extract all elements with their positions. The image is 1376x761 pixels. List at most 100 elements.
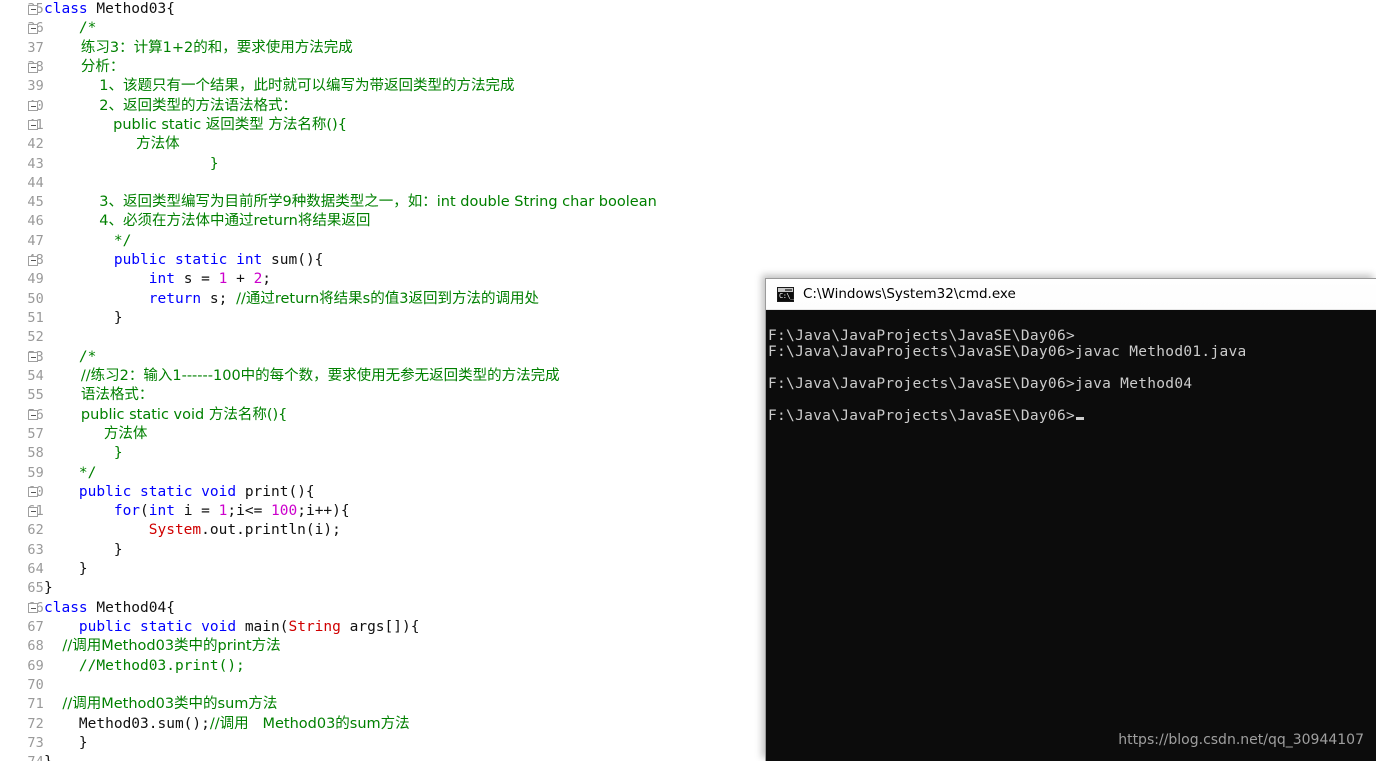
code-line-text: for(int i = 1;i<= 100;i++){ <box>113 503 350 520</box>
line-number: 52 <box>27 329 44 346</box>
code-line[interactable]: 36 /* <box>0 19 1376 38</box>
code-line-text: } <box>44 541 123 558</box>
line-number: 67 <box>27 619 44 635</box>
code-line-text: public static void print(){ <box>78 483 315 500</box>
code-line-text: //调用Method03类中的print方法 <box>44 638 281 655</box>
code-line[interactable]: 43 } <box>0 155 1376 174</box>
line-number: 44 <box>27 174 44 191</box>
fold-toggle-icon[interactable] <box>28 506 38 517</box>
fold-toggle-icon[interactable] <box>28 487 38 498</box>
line-number: 55 <box>27 387 44 404</box>
code-line-text: int s = 1 + 2; <box>148 271 272 288</box>
line-number: 45 <box>27 194 44 211</box>
line-number: 46 <box>27 213 44 230</box>
code-line-text: 语法格式： <box>44 387 154 404</box>
cmd-line: F:\Java\JavaProjects\JavaSE\Day06>javac … <box>768 344 1247 360</box>
fold-toggle-icon[interactable] <box>28 62 38 73</box>
code-line-text: return s; //通过return将结果s的值3返回到方法的调用处 <box>148 290 539 307</box>
fold-toggle-icon[interactable] <box>28 23 38 34</box>
cmd-blank-line <box>768 392 1376 408</box>
code-line-text: 1、该题只有一个结果，此时就可以编写为带返回类型的方法完成 <box>44 78 515 95</box>
code-line-text: public static void 方法名称(){ <box>44 406 288 423</box>
code-line[interactable]: 41 public static 返回类型 方法名称(){ <box>0 116 1376 135</box>
fold-toggle-icon[interactable] <box>28 255 38 266</box>
line-number: 64 <box>27 561 44 578</box>
fold-toggle-icon[interactable] <box>28 4 38 15</box>
code-line-text: */ <box>113 232 132 249</box>
cmd-title-bar[interactable]: C:\_ C:\Windows\System32\cmd.exe <box>766 279 1376 310</box>
cmd-line: F:\Java\JavaProjects\JavaSE\Day06> <box>768 328 1076 344</box>
line-number: 39 <box>27 78 44 95</box>
cmd-line: F:\Java\JavaProjects\JavaSE\Day06>java M… <box>768 376 1193 392</box>
fold-toggle-icon[interactable] <box>28 410 38 421</box>
code-line-text: } <box>44 561 88 578</box>
line-number: 69 <box>27 657 44 674</box>
code-line[interactable]: 35class Method03{ <box>0 0 1376 19</box>
code-line[interactable]: 46 4、必须在方法体中通过return将结果返回 <box>0 212 1376 231</box>
code-line-text: 分析： <box>44 58 125 75</box>
code-line[interactable]: 47 */ <box>0 232 1376 251</box>
code-line-text: //练习2：输入1------100中的每个数，要求使用无参无返回类型的方法完成 <box>44 367 560 384</box>
code-line-text: public static void main(String args[]){ <box>78 619 420 635</box>
code-line-text: 方法体 <box>44 136 180 153</box>
code-line-text: 练习3：计算1+2的和，要求使用方法完成 <box>44 39 353 56</box>
line-number: 65 <box>27 580 44 597</box>
line-number: 37 <box>27 39 44 56</box>
cmd-window[interactable]: C:\_ C:\Windows\System32\cmd.exe F:\Java… <box>765 278 1376 761</box>
fold-toggle-icon[interactable] <box>28 120 38 131</box>
line-number: 57 <box>27 425 44 442</box>
line-number: 43 <box>27 155 44 172</box>
line-number: 50 <box>27 290 44 307</box>
line-number: 68 <box>27 638 44 655</box>
watermark-url: https://blog.csdn.net/qq_30944107 <box>1118 732 1364 748</box>
code-line-text: //调用Method03类中的sum方法 <box>44 696 278 713</box>
code-line[interactable]: 40 2、返回类型的方法语法格式： <box>0 97 1376 116</box>
code-line-text: } <box>44 734 88 751</box>
code-line-text: } <box>44 155 219 172</box>
code-line-text: public static 返回类型 方法名称(){ <box>44 116 347 133</box>
line-number: 72 <box>27 715 44 732</box>
line-number: 49 <box>27 271 44 288</box>
code-line-text: System.out.println(i); <box>148 522 341 539</box>
code-line[interactable]: 37 练习3：计算1+2的和，要求使用方法完成 <box>0 39 1376 58</box>
code-line-text: 3、返回类型编写为目前所学9种数据类型之一，如：int double Strin… <box>44 194 657 211</box>
line-number: 47 <box>27 232 44 249</box>
code-line[interactable]: 39 1、该题只有一个结果，此时就可以编写为带返回类型的方法完成 <box>0 77 1376 96</box>
code-line-text: } <box>44 445 123 462</box>
line-number: 59 <box>27 464 44 481</box>
line-number: 63 <box>27 541 44 558</box>
fold-toggle-icon[interactable] <box>28 101 38 112</box>
code-line-text: } <box>44 310 123 326</box>
fold-toggle-icon[interactable] <box>28 603 38 614</box>
code-line-text: class Method03{ <box>44 1 175 17</box>
code-line[interactable]: 44 <box>0 174 1376 193</box>
code-line[interactable]: 42 方法体 <box>0 135 1376 154</box>
code-line-text: 方法体 <box>44 425 148 442</box>
code-line-text: 2、返回类型的方法语法格式： <box>44 97 298 114</box>
cmd-cursor <box>1076 417 1085 420</box>
screenshot-root: 35class Method03{36 /*37 练习3：计算1+2的和，要求使… <box>0 0 1376 761</box>
code-line[interactable]: 45 3、返回类型编写为目前所学9种数据类型之一，如：int double St… <box>0 193 1376 212</box>
code-line-text: Method03.sum();//调用 Method03的sum方法 <box>44 715 410 732</box>
line-number: 62 <box>27 522 44 539</box>
cmd-line: F:\Java\JavaProjects\JavaSE\Day06> <box>768 408 1376 424</box>
code-line[interactable]: 48 public static int sum(){ <box>0 251 1376 270</box>
code-line[interactable]: 38 分析： <box>0 58 1376 77</box>
code-line-text: public static int sum(){ <box>113 252 324 269</box>
fold-toggle-icon[interactable] <box>28 352 38 363</box>
line-number: 58 <box>27 445 44 462</box>
line-number: 54 <box>27 367 44 384</box>
line-number: 73 <box>27 734 44 751</box>
line-number: 70 <box>27 676 44 693</box>
code-line-text: /* <box>78 20 97 37</box>
line-number: 42 <box>27 136 44 153</box>
cmd-window-title: C:\Windows\System32\cmd.exe <box>803 286 1016 302</box>
code-line-text: } <box>44 753 53 761</box>
code-line-text: class Method04{ <box>44 599 175 616</box>
line-number: 74 <box>0 753 44 761</box>
code-line-text: 4、必须在方法体中通过return将结果返回 <box>44 213 371 230</box>
code-line-text: //Method03.print(); <box>44 657 245 674</box>
cmd-console-output[interactable]: F:\Java\JavaProjects\JavaSE\Day06> F:\Jav… <box>766 311 1376 761</box>
cmd-blank-line <box>768 360 1376 376</box>
console-icon: C:\_ <box>777 286 794 302</box>
